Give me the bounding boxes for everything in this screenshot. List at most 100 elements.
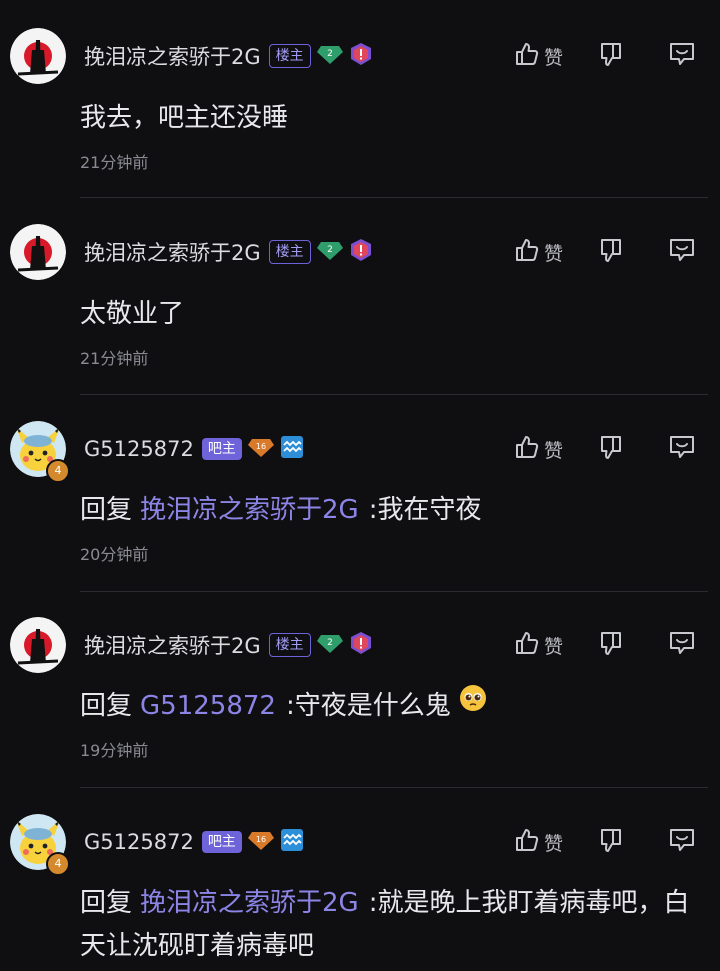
level-number: 16 xyxy=(256,835,266,844)
level-number: 2 xyxy=(327,49,333,59)
level-number: 16 xyxy=(256,442,266,451)
comment-time: 19分钟前 xyxy=(80,741,149,760)
like-label: 赞 xyxy=(544,46,564,69)
warning-badge-icon xyxy=(349,238,373,266)
pleading-face-emoji xyxy=(459,683,487,726)
moderator-badge: 吧主 xyxy=(201,831,242,853)
comment-body: :我在守夜 xyxy=(368,495,482,525)
like-button[interactable]: 赞 xyxy=(514,238,563,266)
level-number: 2 xyxy=(327,245,333,255)
dislike-icon xyxy=(598,434,624,464)
like-label: 赞 xyxy=(544,635,564,658)
reply-prefix: 回复 xyxy=(80,888,133,918)
op-badge: 楼主 xyxy=(268,240,311,264)
like-label: 赞 xyxy=(544,832,564,855)
reply-icon xyxy=(668,434,696,464)
dislike-icon xyxy=(598,630,624,660)
comment-header: G5125872 吧主 16 xyxy=(84,822,304,862)
reply-icon xyxy=(668,237,696,267)
like-button[interactable]: 赞 xyxy=(514,42,563,70)
reply-prefix: 回复 xyxy=(80,495,133,525)
comment-text: 回复 G5125872 :守夜是什么鬼 xyxy=(80,685,706,728)
username[interactable]: 挽泪凉之索骄于2G xyxy=(84,41,261,71)
avatar[interactable] xyxy=(10,28,66,84)
comment-item: 4 G5125872 吧主 16 xyxy=(0,393,720,592)
reply-button[interactable] xyxy=(668,631,696,659)
comment-body: :守夜是什么鬼 xyxy=(285,691,451,721)
like-button[interactable]: 赞 xyxy=(514,435,563,463)
like-label: 赞 xyxy=(544,242,564,265)
username[interactable]: 挽泪凉之索骄于2G xyxy=(84,630,261,660)
level-gem-icon: 16 xyxy=(247,437,274,461)
comment-time: 21分钟前 xyxy=(80,153,149,172)
like-icon xyxy=(514,827,540,857)
comment-item: 挽泪凉之索骄于2G 楼主 2 xyxy=(0,196,720,395)
level-gem-icon: 16 xyxy=(247,830,274,854)
like-icon xyxy=(514,434,540,464)
dislike-button[interactable] xyxy=(598,435,624,463)
comment-body: 我去，吧主还没睡 xyxy=(80,103,289,133)
comment-actions: 赞 xyxy=(510,822,720,862)
comment-actions: 赞 xyxy=(510,232,720,272)
avatar[interactable] xyxy=(10,617,66,673)
dislike-button[interactable] xyxy=(598,238,624,266)
comment-item: 4 G5125872 吧主 16 xyxy=(0,786,720,971)
op-badge: 楼主 xyxy=(268,633,311,657)
level-number: 2 xyxy=(327,638,333,648)
warning-badge-icon xyxy=(349,42,373,70)
reply-icon xyxy=(668,827,696,857)
aquarius-icon xyxy=(280,435,304,463)
comment-time: 21分钟前 xyxy=(80,349,149,368)
like-icon xyxy=(514,41,540,71)
comment-text: 回复 挽泪凉之索骄于2G:就是晚上我盯着病毒吧，白天让沈砚盯着病毒吧 xyxy=(80,882,706,968)
comment-text: 回复 挽泪凉之索骄于2G :我在守夜 xyxy=(80,489,706,532)
comment-header: 挽泪凉之索骄于2G 楼主 2 xyxy=(84,36,373,76)
level-gem-icon: 2 xyxy=(316,44,343,68)
reply-button[interactable] xyxy=(668,435,696,463)
like-button[interactable]: 赞 xyxy=(514,828,563,856)
dislike-button[interactable] xyxy=(598,631,624,659)
reply-button[interactable] xyxy=(668,42,696,70)
dislike-icon xyxy=(598,41,624,71)
dislike-button[interactable] xyxy=(598,828,624,856)
comment-header: G5125872 吧主 16 xyxy=(84,429,304,469)
warning-badge-icon xyxy=(349,631,373,659)
comment-actions: 赞 xyxy=(510,625,720,665)
aquarius-icon xyxy=(280,828,304,856)
like-icon xyxy=(514,237,540,267)
comment-body: 太敬业了 xyxy=(80,299,185,329)
avatar-level-badge: 4 xyxy=(46,459,70,483)
reply-button[interactable] xyxy=(668,238,696,266)
reply-prefix: 回复 xyxy=(80,691,133,721)
like-button[interactable]: 赞 xyxy=(514,631,563,659)
username[interactable]: G5125872 xyxy=(84,830,194,854)
username[interactable]: 挽泪凉之索骄于2G xyxy=(84,237,261,267)
username[interactable]: G5125872 xyxy=(84,437,194,461)
comment-actions: 赞 xyxy=(510,36,720,76)
like-icon xyxy=(514,630,540,660)
comment-actions: 赞 xyxy=(510,429,720,469)
reply-button[interactable] xyxy=(668,828,696,856)
comment-time: 20分钟前 xyxy=(80,545,149,564)
dislike-icon xyxy=(598,237,624,267)
comment-header: 挽泪凉之索骄于2G 楼主 2 xyxy=(84,625,373,665)
reply-target-link[interactable]: G5125872 xyxy=(140,691,276,721)
dislike-icon xyxy=(598,827,624,857)
level-gem-icon: 2 xyxy=(316,633,343,657)
comment-text: 我去，吧主还没睡 xyxy=(80,97,706,140)
comment-text: 太敬业了 xyxy=(80,293,706,336)
reply-icon xyxy=(668,41,696,71)
comment-header: 挽泪凉之索骄于2G 楼主 2 xyxy=(84,232,373,272)
reply-icon xyxy=(668,630,696,660)
comment-item: 挽泪凉之索骄于2G 楼主 2 xyxy=(0,0,720,198)
reply-target-link[interactable]: 挽泪凉之索骄于2G xyxy=(140,495,359,525)
comment-thread: 挽泪凉之索骄于2G 楼主 2 赞 我去，吧主还没睡 21分钟前 挽泪凉之索骄于2… xyxy=(0,0,720,971)
moderator-badge: 吧主 xyxy=(201,438,242,460)
dislike-button[interactable] xyxy=(598,42,624,70)
reply-target-link[interactable]: 挽泪凉之索骄于2G xyxy=(140,888,359,918)
like-label: 赞 xyxy=(544,439,564,462)
avatar-level-badge: 4 xyxy=(46,852,70,876)
level-gem-icon: 2 xyxy=(316,240,343,264)
op-badge: 楼主 xyxy=(268,44,311,68)
avatar[interactable] xyxy=(10,224,66,280)
